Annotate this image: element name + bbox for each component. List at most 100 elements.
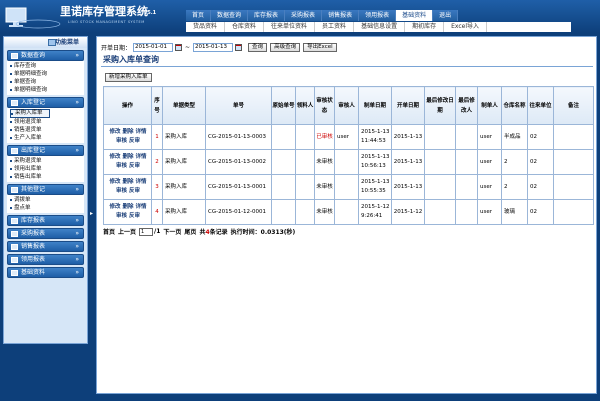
cell-modified (424, 149, 456, 175)
chevron-icon: » (75, 230, 79, 237)
column-header: 备注 (553, 86, 594, 125)
end-date-input[interactable] (193, 42, 234, 52)
action-link[interactable]: 删除 (122, 129, 133, 135)
sub-nav-tab-0[interactable]: 货品资料 (186, 22, 226, 32)
sub-nav-tab-4[interactable]: 基础信息设置 (354, 22, 406, 32)
sub-nav-tab-2[interactable]: 往来单位资料 (264, 22, 316, 32)
action-link[interactable]: 删除 (122, 179, 133, 185)
next-page-link[interactable]: 下一页 (163, 227, 181, 236)
page-number-input[interactable] (139, 227, 154, 236)
top-nav-tab-0[interactable]: 首页 (186, 10, 212, 21)
action-link[interactable]: 审核 (116, 188, 127, 194)
action-link[interactable]: 修改 (109, 154, 120, 160)
folder-icon (11, 270, 18, 276)
sidebar-group-header[interactable]: 领用报表 » (7, 254, 84, 265)
action-link[interactable]: 删除 (122, 154, 133, 160)
action-link[interactable]: 审核 (116, 138, 127, 144)
sub-nav-tab-1[interactable]: 仓库资料 (225, 22, 265, 32)
action-link[interactable]: 详情 (136, 154, 147, 160)
start-date-input[interactable] (133, 42, 174, 52)
cell-modifier (455, 124, 478, 150)
sidebar-item[interactable]: 单据明细查询 (10, 86, 84, 94)
last-page-link[interactable]: 尾页 (184, 227, 196, 236)
top-nav-tab-3[interactable]: 采购报表 (285, 10, 323, 21)
column-header: 最后修改人 (455, 86, 478, 125)
sidebar-group-header[interactable]: 采购报表 » (7, 228, 84, 239)
sidebar-item[interactable]: 生产入库单 (10, 134, 84, 142)
first-page-link[interactable]: 首页 (103, 227, 115, 236)
sub-nav-tab-5[interactable]: 期初库存 (405, 22, 445, 32)
action-link[interactable]: 修改 (109, 129, 120, 135)
query-button[interactable]: 查询 (248, 42, 268, 52)
sidebar-item[interactable]: 单据查询 (10, 78, 84, 86)
sidebar-group-label: 采购报表 (21, 230, 46, 237)
export-excel-button[interactable]: 导出Excel (303, 42, 337, 52)
sidebar-item[interactable]: 领用出库单 (10, 165, 84, 173)
action-link[interactable]: 详情 (136, 179, 147, 185)
cell-picker (295, 124, 315, 150)
sidebar-group-header[interactable]: 销售报表 » (7, 241, 84, 252)
action-link[interactable]: 审核 (116, 163, 127, 169)
calendar-icon[interactable] (175, 43, 183, 51)
folder-icon (11, 257, 18, 263)
sidebar-item[interactable]: 销售退货单 (10, 126, 84, 134)
action-link[interactable]: 修改 (109, 204, 120, 210)
sub-nav-tab-3[interactable]: 员工资料 (315, 22, 355, 32)
top-nav-tab-5[interactable]: 领用报表 (359, 10, 397, 21)
chevron-icon: » (75, 147, 79, 154)
top-nav-tab-2[interactable]: 库存报表 (248, 10, 286, 21)
sidebar-group-header[interactable]: 基础资料 » (7, 267, 84, 278)
sidebar-group-header[interactable]: 出库登记 » (7, 145, 84, 156)
cell-maker: user (477, 199, 502, 225)
action-link[interactable]: 反审 (129, 213, 140, 219)
column-header: 单号 (205, 86, 272, 125)
action-link[interactable]: 删除 (122, 204, 133, 210)
top-nav-tab-4[interactable]: 销售报表 (322, 10, 360, 21)
sub-nav-tab-6[interactable]: Excel导入 (444, 22, 487, 32)
sidebar-item[interactable]: 调拨单 (10, 196, 84, 204)
calendar-icon[interactable] (235, 43, 243, 51)
sidebar-group-header[interactable]: 数据查询 » (7, 50, 84, 61)
advanced-query-button[interactable]: 高级查询 (270, 42, 301, 52)
sidebar-item[interactable]: 销售出库单 (10, 173, 84, 181)
cell-opened: 2015-1-13 (391, 124, 425, 150)
action-link[interactable]: 反审 (129, 163, 140, 169)
cell-opened: 2015-1-12 (391, 199, 425, 225)
record-count: 共4条记录 (199, 227, 230, 236)
sidebar-item[interactable]: 盘点单 (10, 204, 84, 212)
cell-seq: 4 (151, 199, 163, 225)
top-nav-tab-6[interactable]: 基础资料 (396, 10, 434, 21)
sidebar-item[interactable]: 领用退货单 (10, 118, 84, 126)
cell-seq: 1 (151, 124, 163, 150)
new-purchase-receipt-button[interactable]: 新增采购入库单 (105, 73, 152, 82)
top-nav-tab-7[interactable]: 退出 (433, 10, 459, 21)
computer-logo-icon (5, 7, 61, 29)
prev-page-link[interactable]: 上一页 (118, 227, 136, 236)
top-nav-tab-1[interactable]: 数据查询 (211, 10, 249, 21)
action-link[interactable]: 反审 (129, 188, 140, 194)
sidebar-group-header[interactable]: 其他登记 » (7, 184, 84, 195)
range-separator: ~ (185, 43, 191, 51)
cell-partner: 02 (527, 174, 554, 200)
row-actions: 修改 删除 详情审核 反审 (103, 149, 152, 175)
sidebar-group-header[interactable]: 库存报表 » (7, 215, 84, 226)
action-link[interactable]: 详情 (136, 204, 147, 210)
action-link[interactable]: 反审 (129, 138, 140, 144)
cell-auditor (334, 174, 359, 200)
sidebar-item[interactable]: 库存查询 (10, 62, 84, 70)
sidebar-item[interactable]: 单据明细查询 (10, 70, 84, 78)
action-link[interactable]: 审核 (116, 213, 127, 219)
filter-bar: 开单日期： ~ 查询 高级查询 导出Excel (101, 42, 337, 52)
column-header: 单据类型 (162, 86, 206, 125)
cell-warehouse: 2 (501, 149, 528, 175)
action-link[interactable]: 详情 (136, 129, 147, 135)
table-row: 修改 删除 详情 审核 反审 1 采购入库 CG-2015-01-13-0003 已审核 user… (103, 124, 594, 150)
collapse-handle-icon[interactable]: ▸ (90, 210, 93, 220)
sidebar-item[interactable]: 采购入库单 (10, 109, 50, 118)
row-actions: 修改 删除 详情审核 反审 (103, 124, 152, 150)
folder-icon (11, 148, 18, 154)
sidebar-group-header[interactable]: 入库登记 » (7, 97, 84, 108)
action-link[interactable]: 修改 (109, 179, 120, 185)
sidebar-item[interactable]: 采购退货单 (10, 157, 84, 165)
cell-picker (295, 174, 315, 200)
